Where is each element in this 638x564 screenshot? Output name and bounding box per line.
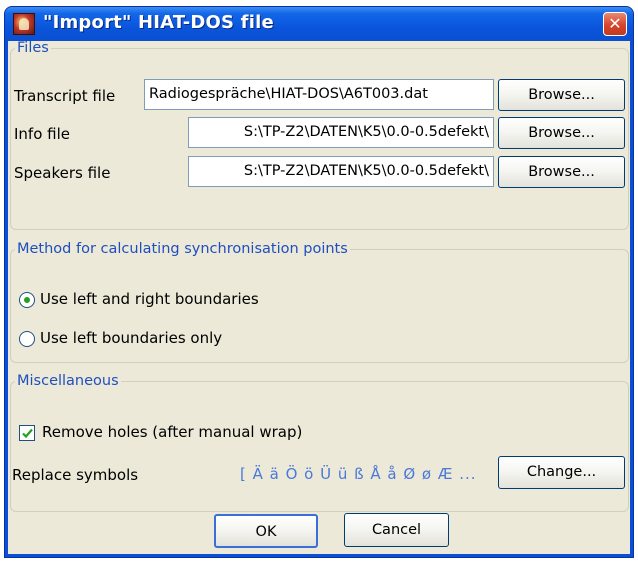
dialog-client-area: Files Transcript file Radiogespräche\HIA… (8, 40, 630, 554)
cancel-button[interactable]: Cancel (344, 513, 449, 547)
ok-button[interactable]: OK (214, 514, 318, 548)
info-file-label: Info file (14, 125, 71, 143)
method-group-title: Method for calculating synchronisation p… (17, 241, 348, 257)
import-dialog-window: "Import" HIAT-DOS file ✕ Files Transcrip… (4, 6, 634, 558)
info-file-field[interactable]: S:\TP-Z2\DATEN\K5\0.0-0.5defekt\ (188, 117, 494, 148)
left-right-boundaries-label[interactable]: Use left and right boundaries (40, 290, 259, 308)
close-button[interactable]: ✕ (603, 12, 627, 36)
replace-symbols-preview: [ Ä ä Ö ö Ü ü ß Å å Ø ø Æ ... (240, 465, 477, 483)
transcript-browse-button[interactable]: Browse... (498, 79, 625, 111)
left-right-boundaries-radio[interactable] (19, 292, 35, 308)
left-boundaries-only-radio[interactable] (19, 331, 35, 347)
left-boundaries-only-label[interactable]: Use left boundaries only (40, 329, 222, 347)
transcript-file-label: Transcript file (14, 87, 116, 105)
remove-holes-checkbox[interactable] (19, 425, 35, 441)
window-title: "Import" HIAT-DOS file (43, 12, 274, 33)
speakers-file-label: Speakers file (14, 164, 111, 182)
checkmark-icon (22, 428, 33, 439)
app-logo-icon (13, 13, 35, 35)
info-browse-button[interactable]: Browse... (498, 117, 625, 149)
misc-group-title: Miscellaneous (17, 373, 119, 389)
files-group-title: Files (17, 40, 49, 56)
misc-group: Miscellaneous (10, 373, 629, 512)
speakers-file-field[interactable]: S:\TP-Z2\DATEN\K5\0.0-0.5defekt\ (188, 156, 494, 187)
transcript-file-field[interactable]: Radiogespräche\HIAT-DOS\A6T003.dat (144, 79, 494, 110)
change-symbols-button[interactable]: Change... (498, 456, 625, 489)
speakers-browse-button[interactable]: Browse... (498, 156, 625, 188)
replace-symbols-label: Replace symbols (12, 466, 139, 484)
title-bar[interactable]: "Import" HIAT-DOS file ✕ (5, 7, 633, 41)
remove-holes-label[interactable]: Remove holes (after manual wrap) (42, 423, 302, 441)
